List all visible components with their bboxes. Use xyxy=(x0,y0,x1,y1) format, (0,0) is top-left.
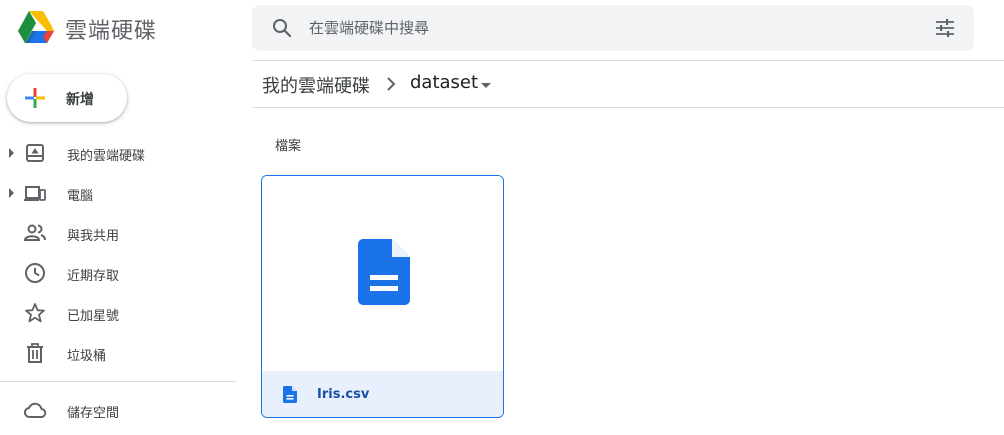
cloud-icon xyxy=(23,402,47,418)
app-title[interactable]: 雲端硬碟 xyxy=(65,13,157,45)
new-button-label: 新增 xyxy=(66,92,94,108)
file-card-footer[interactable]: Iris.csv xyxy=(262,371,503,417)
drive-app: 雲端硬碟 新增 xyxy=(0,0,1004,435)
sidebar-item-label: 儲存空間 xyxy=(67,406,120,421)
sidebar-item-starred[interactable]: 已加星號 xyxy=(0,295,236,331)
sidebar-item-label: 我的雲端硬碟 xyxy=(67,149,146,164)
content-divider xyxy=(252,107,1004,108)
my-drive-icon xyxy=(26,144,44,162)
google-drive-logo-icon[interactable] xyxy=(17,10,55,44)
sidebar-item-shared[interactable]: 與我共用 xyxy=(0,215,236,251)
search-input[interactable] xyxy=(309,5,909,51)
computers-icon xyxy=(24,186,46,201)
plus-icon xyxy=(25,88,45,108)
expand-caret-icon[interactable] xyxy=(9,188,14,198)
sidebar-item-storage[interactable]: 儲存空間 xyxy=(0,392,236,428)
sidebar-item-recent[interactable]: 近期存取 xyxy=(0,255,236,291)
search-bar[interactable] xyxy=(252,5,974,51)
section-title: 檔案 xyxy=(275,139,302,154)
trash-icon xyxy=(27,343,43,363)
sidebar-item-label: 與我共用 xyxy=(67,229,120,244)
sidebar-item-trash[interactable]: 垃圾桶 xyxy=(0,335,236,371)
sidebar-item-computers[interactable]: 電腦 xyxy=(0,175,236,211)
sidebar-item-label: 電腦 xyxy=(67,189,94,204)
file-name: Iris.csv xyxy=(317,387,370,402)
document-icon xyxy=(283,386,297,403)
sidebar-item-my-drive[interactable]: 我的雲端硬碟 xyxy=(0,135,236,171)
star-icon xyxy=(25,303,45,323)
shared-icon xyxy=(23,224,46,241)
search-icon[interactable] xyxy=(270,16,294,40)
breadcrumb-current-folder[interactable]: dataset xyxy=(410,72,478,93)
header-divider xyxy=(252,60,1004,61)
sidebar-divider xyxy=(0,381,236,382)
new-button[interactable]: 新增 xyxy=(7,74,127,122)
file-card[interactable]: Iris.csv xyxy=(261,175,504,418)
chevron-right-icon xyxy=(387,77,396,91)
sidebar-item-label: 垃圾桶 xyxy=(67,349,107,364)
document-icon xyxy=(358,239,410,305)
expand-caret-icon[interactable] xyxy=(9,148,14,158)
clock-icon xyxy=(25,263,45,283)
chevron-down-icon[interactable] xyxy=(481,83,491,88)
breadcrumb-root[interactable]: 我的雲端硬碟 xyxy=(262,72,370,98)
file-preview[interactable] xyxy=(262,176,503,371)
sidebar-item-label: 近期存取 xyxy=(67,269,120,284)
sidebar-item-label: 已加星號 xyxy=(67,309,120,324)
tune-icon[interactable] xyxy=(933,16,957,40)
